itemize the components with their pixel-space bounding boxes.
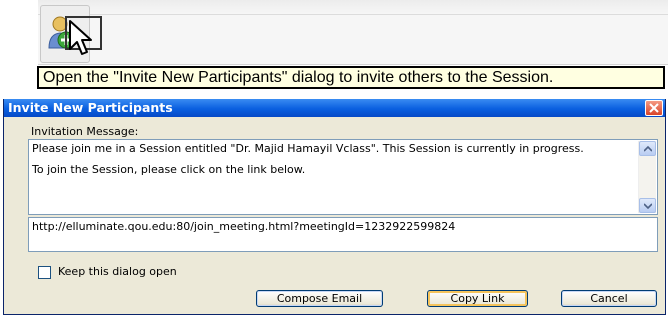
scroll-down-icon — [644, 203, 652, 209]
invitation-message-textarea[interactable]: Please join me in a Session entitled "Dr… — [28, 139, 658, 215]
cursor-icon — [69, 20, 92, 55]
close-button[interactable] — [645, 100, 663, 116]
close-icon — [649, 103, 659, 113]
scroll-up-button[interactable] — [639, 141, 656, 156]
keep-open-checkbox[interactable] — [38, 266, 51, 279]
message-paragraph: Please join me in a Session entitled "Dr… — [32, 142, 584, 155]
invite-dialog: Invite New Participants Invitation Messa… — [3, 99, 666, 315]
session-link-field[interactable]: http://elluminate.qou.edu:80/join_meetin… — [28, 217, 658, 252]
message-paragraph: To join the Session, please click on the… — [32, 163, 306, 176]
copy-link-button[interactable]: Copy Link — [427, 290, 528, 307]
session-link-text: http://elluminate.qou.edu:80/join_meetin… — [32, 220, 456, 233]
toolbar — [38, 0, 668, 65]
compose-email-button[interactable]: Compose Email — [256, 290, 383, 307]
invitation-message-label: Invitation Message: — [31, 125, 139, 138]
dialog-title: Invite New Participants — [8, 100, 173, 115]
message-scrollbar[interactable] — [638, 141, 656, 213]
scroll-up-icon — [644, 146, 652, 152]
keep-open-label: Keep this dialog open — [58, 265, 177, 278]
dialog-titlebar[interactable]: Invite New Participants — [4, 99, 665, 117]
cancel-button[interactable]: Cancel — [561, 290, 657, 307]
scroll-down-button[interactable] — [639, 198, 656, 213]
tooltip: Open the "Invite New Participants" dialo… — [37, 66, 665, 89]
invitation-message-text: Please join me in a Session entitled "Dr… — [32, 143, 632, 185]
